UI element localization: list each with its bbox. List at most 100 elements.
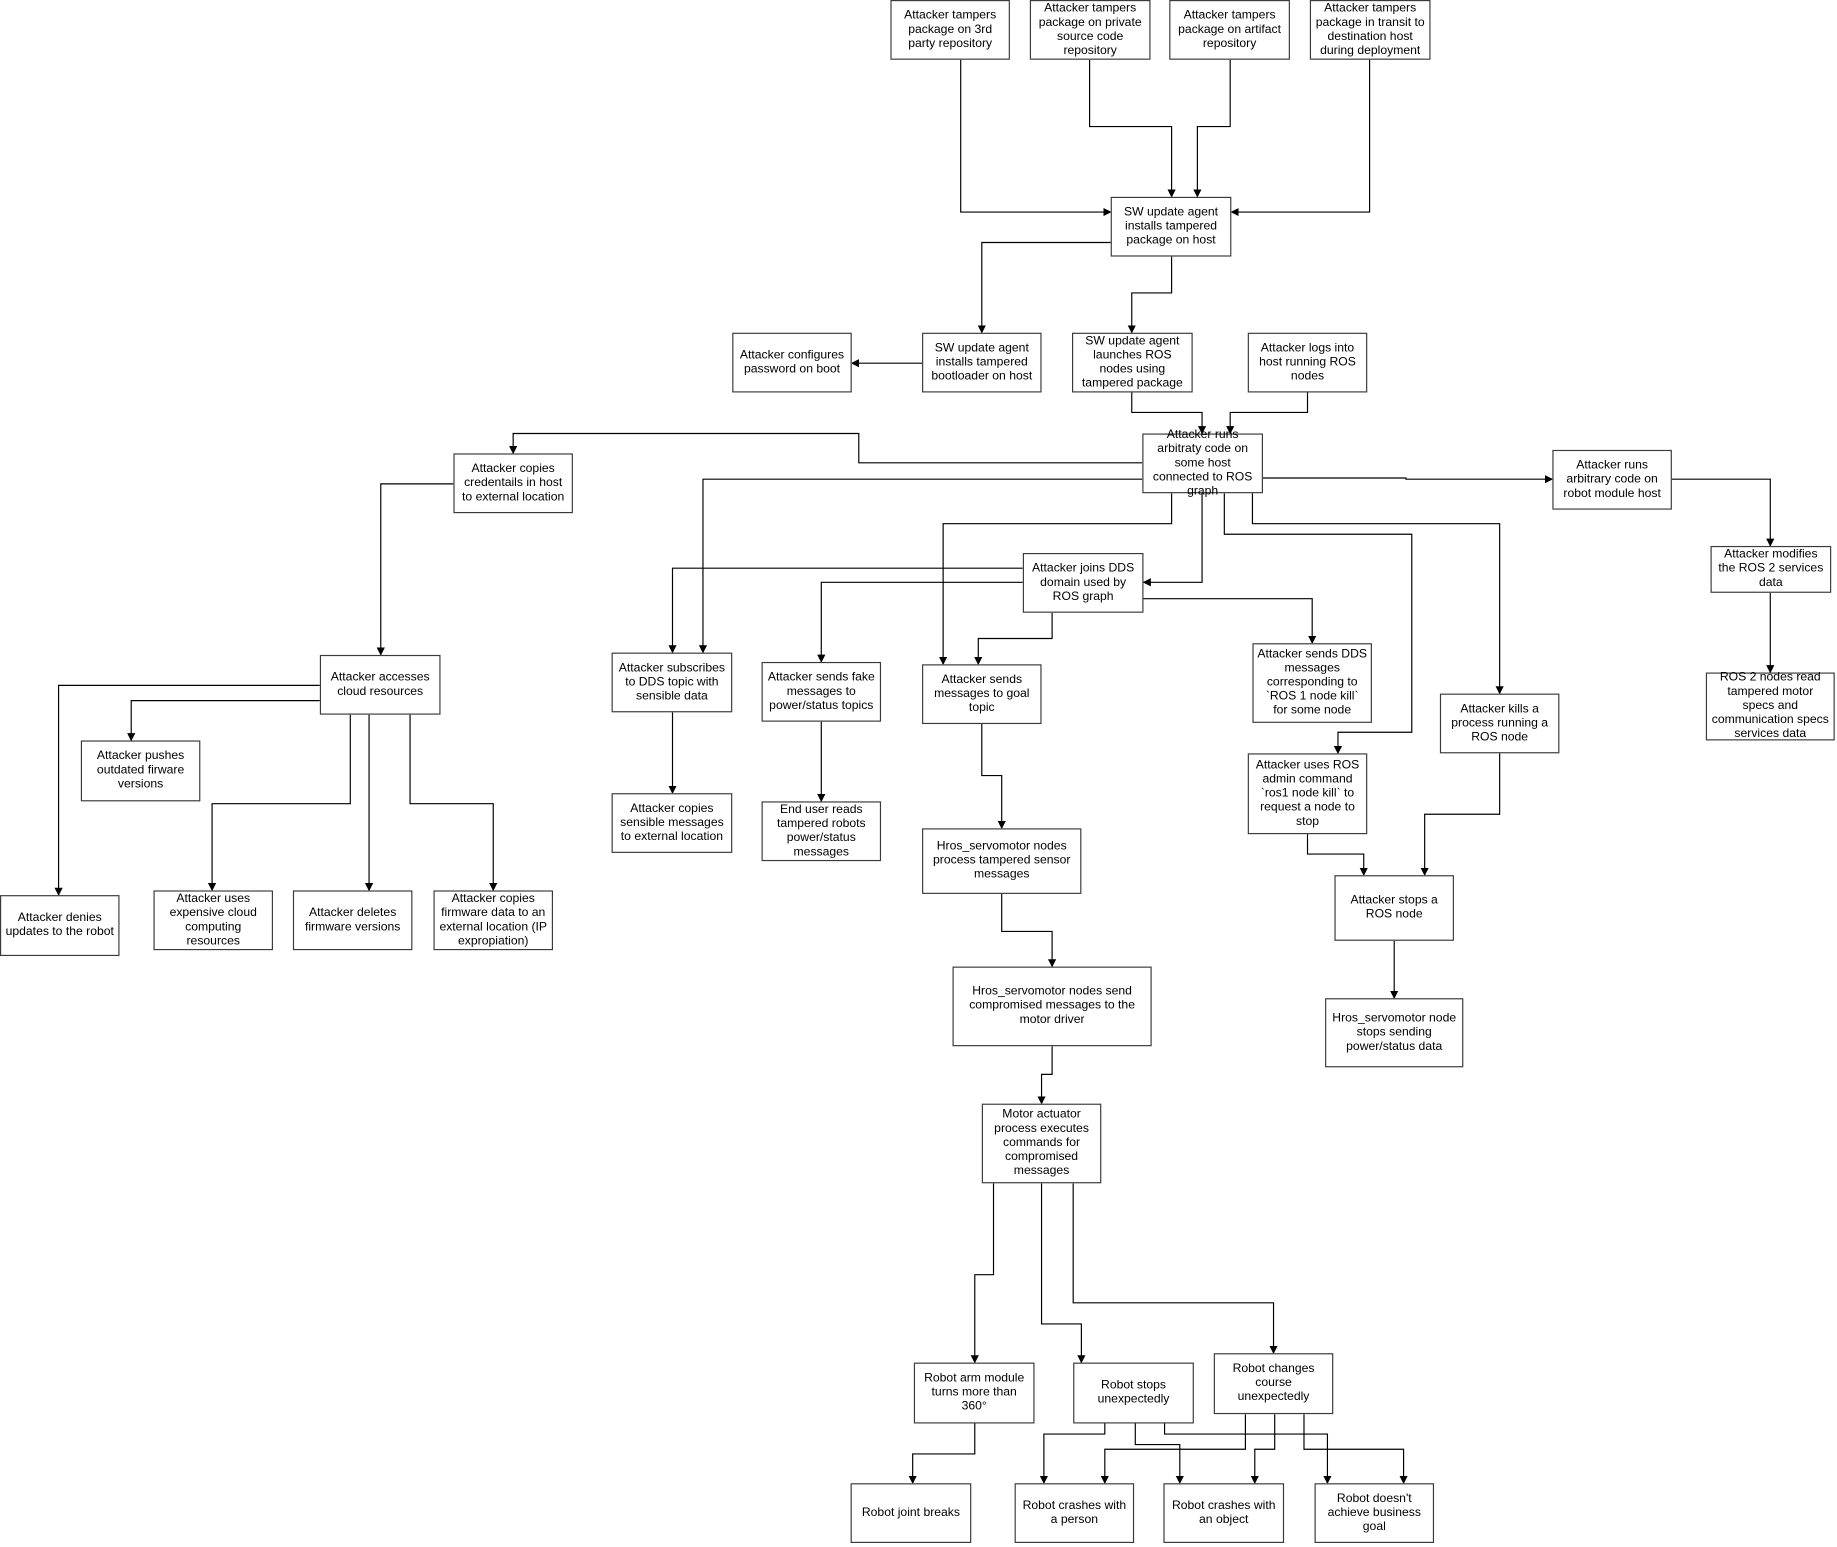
connector-arrow <box>127 700 320 742</box>
node-label: Attacker copies sensible messages to ext… <box>620 801 724 843</box>
node-label: Attacker kills a process running a ROS n… <box>1451 702 1549 744</box>
diagram-node[interactable]: Attacker tampers package on artifact rep… <box>1169 0 1290 60</box>
diagram-node[interactable]: Attacker joins DDS domain used by ROS gr… <box>1022 552 1144 613</box>
diagram-node[interactable]: Attacker copies credentails in host to e… <box>453 453 573 514</box>
diagram-node[interactable]: SW update agent launches ROS nodes using… <box>1072 332 1193 393</box>
attack-tree-diagram: Attacker tampers package on 3rd party re… <box>0 0 1837 1547</box>
diagram-node[interactable]: Attacker kills a process running a ROS n… <box>1439 693 1560 754</box>
diagram-node[interactable]: Attacker runs arbitrary code on robot mo… <box>1552 449 1672 510</box>
connector-arrow <box>668 567 1023 654</box>
node-label: Attacker copies firmware data to an exte… <box>439 892 548 948</box>
node-label: Attacker accesses cloud resources <box>330 670 430 698</box>
connector-arrow <box>1134 1423 1184 1485</box>
diagram-node[interactable]: Hros_servomotor nodes send compromised m… <box>952 966 1152 1047</box>
connector-arrow <box>1037 1046 1053 1105</box>
diagram-node[interactable]: ROS 2 nodes read tampered motor specs an… <box>1705 671 1835 741</box>
node-label: Attacker tampers package on artifact rep… <box>1178 8 1282 50</box>
connector-arrow <box>1100 1414 1246 1485</box>
node-label: Attacker deletes firmware versions <box>304 906 401 934</box>
node-label: Robot crashes with an object <box>1171 1499 1276 1527</box>
connector-arrow <box>1250 1414 1276 1485</box>
connector-arrow <box>1072 1183 1278 1355</box>
connector-arrow <box>1040 1183 1086 1364</box>
node-label: Attacker sends DDS messages correspondin… <box>1257 647 1368 718</box>
connector-arrow <box>1671 478 1775 547</box>
connector-arrow <box>970 1183 995 1364</box>
diagram-node[interactable]: Attacker runs arbitraty code on some hos… <box>1142 428 1263 497</box>
node-label: ROS 2 nodes read tampered motor specs an… <box>1711 671 1829 741</box>
diagram-node[interactable]: Robot doesn't achieve business goal <box>1314 1483 1435 1543</box>
node-label: Hros_servomotor node stops sending power… <box>1332 1011 1457 1053</box>
node-label: Attacker runs arbitrary code on robot mo… <box>1563 458 1661 500</box>
connector-arrow <box>981 724 1006 830</box>
diagram-node[interactable]: Attacker sends messages to goal topic <box>922 664 1042 725</box>
connector-layer <box>54 59 1775 1485</box>
node-label: Attacker configures password on boot <box>739 348 845 376</box>
connector-arrow <box>1001 893 1057 968</box>
connector-arrow <box>1306 834 1368 877</box>
connector-arrow <box>1127 256 1173 334</box>
diagram-node[interactable]: Attacker tampers package on 3rd party re… <box>890 0 1010 60</box>
node-label: SW update agent installs tampered packag… <box>1123 205 1219 247</box>
diagram-node[interactable]: Hros_servomotor nodes process tampered s… <box>922 828 1082 894</box>
node-label: Attacker sends messages to goal topic <box>934 673 1030 715</box>
diagram-node[interactable]: Robot changes course unexpectedly <box>1213 1353 1334 1415</box>
diagram-node[interactable]: Attacker denies updates to the robot <box>0 895 120 957</box>
diagram-node[interactable]: Hros_servomotor node stops sending power… <box>1325 998 1464 1068</box>
node-label: Attacker denies updates to the robot <box>5 911 114 939</box>
diagram-node[interactable]: Motor actuator process executes commands… <box>981 1103 1102 1184</box>
diagram-node[interactable]: Attacker subscribes to DDS topic with se… <box>611 652 733 713</box>
diagram-node[interactable]: Attacker uses ROS admin command `ros1 no… <box>1247 753 1368 835</box>
connector-arrow <box>1303 1414 1408 1485</box>
node-label: Robot stops unexpectedly <box>1097 1378 1170 1406</box>
node-label: Robot changes course unexpectedly <box>1232 1362 1315 1404</box>
node-label: Hros_servomotor nodes send compromised m… <box>969 985 1135 1027</box>
node-label: SW update agent installs tampered bootlo… <box>931 341 1033 383</box>
diagram-node[interactable]: Attacker copies firmware data to an exte… <box>433 890 553 951</box>
connector-arrow <box>1142 493 1203 587</box>
diagram-node[interactable]: Attacker copies sensible messages to ext… <box>611 793 733 853</box>
diagram-node[interactable]: SW update agent installs tampered packag… <box>1110 196 1232 257</box>
connector-arrow <box>1193 59 1231 198</box>
node-label: Robot doesn't achieve business goal <box>1327 1492 1421 1534</box>
diagram-node[interactable]: Robot joint breaks <box>850 1483 972 1543</box>
diagram-node[interactable]: End user reads tampered robots power/sta… <box>761 801 882 862</box>
diagram-node[interactable]: Attacker uses expensive cloud computing … <box>153 890 273 951</box>
node-label: Attacker runs arbitraty code on some hos… <box>1152 428 1253 498</box>
node-label: Attacker uses expensive cloud computing … <box>169 892 257 948</box>
node-label: SW update agent launches ROS nodes using… <box>1081 334 1183 390</box>
diagram-node[interactable]: Robot crashes with a person <box>1014 1483 1135 1543</box>
connector-arrow <box>1230 59 1371 217</box>
diagram-node[interactable]: Attacker pushes outdated firware version… <box>80 740 201 802</box>
diagram-node[interactable]: Robot crashes with an object <box>1163 1483 1285 1543</box>
diagram-node[interactable]: Attacker sends DDS messages correspondin… <box>1252 643 1372 723</box>
diagram-node[interactable]: Attacker tampers package on private sour… <box>1029 0 1151 60</box>
connector-arrow <box>1420 753 1501 877</box>
node-label: End user reads tampered robots power/sta… <box>776 803 866 859</box>
connector-arrow <box>974 612 1053 666</box>
connector-arrow <box>376 483 454 656</box>
connector-arrow <box>1039 1423 1106 1485</box>
connector-arrow <box>908 1423 976 1485</box>
connector-arrow <box>1089 59 1176 198</box>
connector-arrow <box>960 59 1112 217</box>
diagram-node[interactable]: Attacker deletes firmware versions <box>292 890 413 951</box>
diagram-node[interactable]: Attacker tampers package in transit to d… <box>1309 0 1431 60</box>
diagram-node[interactable]: Robot arm module turns more than 360° <box>913 1362 1035 1424</box>
diagram-node[interactable]: Attacker modifies the ROS 2 services dat… <box>1710 545 1832 593</box>
connector-arrow <box>1143 598 1317 645</box>
connector-arrow <box>409 714 498 892</box>
diagram-node[interactable]: Attacker configures password on boot <box>732 332 852 393</box>
diagram-node[interactable]: Attacker accesses cloud resources <box>319 654 441 715</box>
diagram-node[interactable]: SW update agent installs tampered bootlo… <box>922 332 1042 393</box>
diagram-node[interactable]: Attacker sends fake messages to power/st… <box>761 661 882 722</box>
node-label: Robot arm module turns more than 360° <box>924 1371 1025 1413</box>
node-label: Attacker stops a ROS node <box>1350 893 1438 921</box>
node-label: Attacker sends fake messages to power/st… <box>767 670 875 712</box>
node-label: Robot crashes with a person <box>1022 1499 1127 1527</box>
diagram-node[interactable]: Attacker stops a ROS node <box>1334 875 1454 941</box>
node-label: Attacker subscribes to DDS topic with se… <box>618 661 726 703</box>
diagram-node[interactable]: Robot stops unexpectedly <box>1073 1362 1194 1424</box>
node-label: Attacker tampers package on 3rd party re… <box>904 8 997 50</box>
diagram-node[interactable]: Attacker logs into host running ROS node… <box>1247 332 1368 393</box>
